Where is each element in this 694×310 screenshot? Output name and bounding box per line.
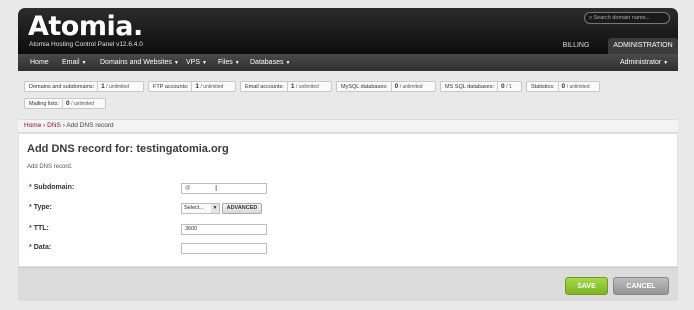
advanced-button[interactable]: ADVANCED: [222, 203, 262, 214]
input-value: @: [185, 185, 191, 191]
stat-domains: Domains and subdomains: 1 / unlimited: [24, 81, 144, 92]
stat-mailing-lists: Mailing lists: 0 / unlimited: [24, 98, 106, 109]
required-mark: *: [29, 244, 32, 251]
stat-ftp: FTP accounts: 1 / unlimited: [148, 81, 236, 92]
app-header: Atomia. Atomia Hosting Control Panel v12…: [18, 8, 678, 54]
nav-item-files[interactable]: Files ▼: [218, 54, 240, 71]
subdomain-label: * Subdomain:: [29, 184, 74, 191]
stat-label: Statistics:: [531, 84, 555, 90]
save-button[interactable]: SAVE: [565, 277, 608, 295]
caret-down-icon: ▼: [173, 60, 179, 66]
search-placeholder: Search domain name...: [593, 15, 651, 21]
nav-label: VPS: [186, 59, 201, 66]
stat-limit: / unlimited: [71, 101, 94, 107]
tab-billing[interactable]: BILLING: [546, 38, 606, 54]
nav-label: Domains and Websites: [100, 59, 172, 66]
ttl-input[interactable]: 3600: [181, 224, 267, 235]
required-mark: *: [29, 184, 32, 191]
stat-value: 1: [195, 83, 199, 90]
cancel-button[interactable]: CANCEL: [613, 277, 669, 295]
tab-administration[interactable]: ADMINISTRATION: [608, 38, 678, 54]
nav-label: Email: [62, 59, 80, 66]
type-label: * Type:: [29, 204, 52, 211]
caret-down-icon: ▼: [202, 60, 207, 66]
stat-value: 0: [394, 83, 399, 90]
nav-item-vps[interactable]: VPS ▼: [186, 54, 207, 71]
page-description: Add DNS record.: [27, 164, 73, 170]
page-title: Add DNS record for: testingatomia.org: [27, 143, 229, 155]
chevron-down-icon: ▼: [211, 204, 219, 213]
caret-down-icon: ▼: [234, 60, 240, 66]
ttl-label: * TTL:: [29, 225, 49, 232]
type-select[interactable]: Select... ▼: [181, 203, 220, 214]
data-label: * Data:: [29, 244, 51, 251]
logo: Atomia.: [28, 11, 143, 42]
app-subtitle: Atomia Hosting Control Panel v12.6.4.0: [29, 41, 143, 48]
stat-value: 1: [290, 83, 295, 90]
breadcrumb-current: Add DNS record: [66, 122, 114, 129]
nav-label: Databases: [250, 59, 284, 66]
field-label: Subdomain:: [33, 184, 75, 191]
caret-down-icon: ▼: [663, 60, 669, 66]
field-label: Type:: [33, 204, 52, 211]
stat-mssql: MS SQL databases: 0 / 1: [440, 81, 522, 92]
stat-label: Domains and subdomains:: [29, 84, 95, 90]
stat-label: FTP accounts:: [153, 84, 189, 90]
nav-label: Home: [30, 59, 49, 66]
subdomain-input[interactable]: @ I: [181, 183, 267, 194]
stat-label: Email accounts:: [245, 84, 284, 90]
form-actions: SAVE CANCEL: [18, 267, 678, 301]
stat-limit: / unlimited: [295, 84, 319, 90]
stat-limit: / unlimited: [200, 84, 224, 90]
breadcrumb-separator: ›: [62, 122, 65, 129]
stat-label: MySQL databases:: [341, 84, 388, 90]
required-mark: *: [29, 225, 32, 232]
text-cursor-icon: I: [215, 184, 218, 193]
stat-limit: / unlimited: [399, 84, 423, 90]
nav-label: Files: [218, 59, 233, 66]
field-label: Data:: [33, 244, 52, 251]
nav-item-user[interactable]: Administrator ▼: [620, 54, 668, 71]
search-icon: ⌕: [589, 15, 593, 21]
breadcrumb-home[interactable]: Home: [24, 122, 41, 129]
form-panel: Add DNS record for: testingatomia.org Ad…: [18, 133, 678, 267]
stat-label: Mailing lists:: [29, 101, 59, 107]
select-value: Select...: [184, 205, 204, 211]
field-label: TTL:: [33, 225, 49, 232]
required-mark: *: [29, 204, 32, 211]
stat-limit: / unlimited: [566, 84, 590, 90]
nav-item-email[interactable]: Email ▼: [62, 54, 86, 71]
input-value: 3600: [185, 226, 198, 232]
stat-statistics: Statistics: 0 / unlimited: [526, 81, 600, 92]
stat-limit: / 1: [506, 84, 512, 90]
stat-mysql: MySQL databases: 0 / unlimited: [336, 81, 436, 92]
nav-item-home[interactable]: Home: [30, 54, 49, 71]
breadcrumb-separator: ›: [43, 122, 46, 129]
breadcrumb-dns[interactable]: DNS: [47, 122, 61, 129]
breadcrumb: Home › DNS › Add DNS record: [18, 119, 678, 133]
stat-value: 0: [65, 100, 70, 107]
nav-label: Administrator: [620, 59, 662, 66]
stat-email: Email accounts: 1 / unlimited: [240, 81, 332, 92]
stat-label: MS SQL databases:: [445, 84, 495, 90]
stat-value: 1: [101, 83, 105, 90]
stat-value: 0: [501, 83, 505, 90]
caret-down-icon: ▼: [81, 60, 87, 66]
nav-item-domains[interactable]: Domains and Websites ▼: [100, 54, 179, 71]
stat-value: 0: [561, 83, 566, 90]
main-nav: Home Email ▼ Domains and Websites ▼ VPS ▼ F…: [18, 54, 678, 71]
data-input[interactable]: [181, 243, 267, 254]
caret-down-icon: ▼: [285, 60, 291, 66]
nav-item-databases[interactable]: Databases ▼: [250, 54, 290, 71]
search-input[interactable]: ⌕Search domain name...: [584, 12, 670, 24]
stat-limit: / unlimited: [106, 84, 130, 90]
